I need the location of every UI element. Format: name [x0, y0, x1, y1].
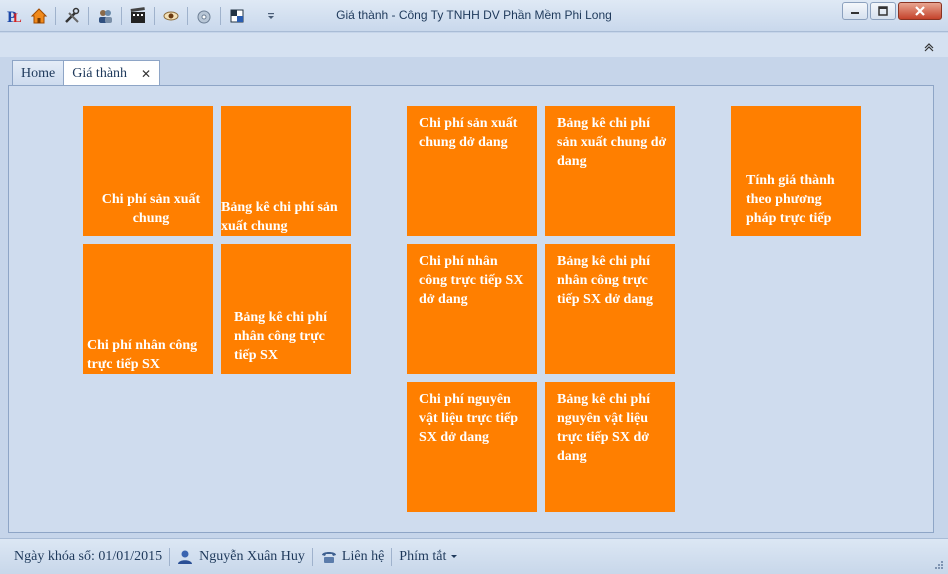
- shortcuts-label: Phím tắt: [399, 548, 447, 564]
- tile-label: Chi phí nguyên vật liệu trực tiếp SX dở …: [419, 392, 518, 445]
- tile-bang-ke-nhan-cong-do-dang[interactable]: Bảng kê chi phí nhân công trực tiếp SX d…: [545, 244, 675, 374]
- tile-bang-ke-cpsx-chung-do-dang[interactable]: Bảng kê chi phí sản xuất chung dở dang: [545, 106, 675, 236]
- ribbon-strip: [0, 33, 948, 57]
- tile-chi-phi-san-xuat-chung[interactable]: Chi phí sản xuất chung: [83, 106, 213, 236]
- maximize-icon: [878, 6, 888, 16]
- tile-label: Bảng kê chi phí nguyên vật liệu trực tiế…: [557, 392, 650, 464]
- maximize-button[interactable]: [870, 2, 896, 20]
- ribbon-expand-button[interactable]: [924, 39, 934, 57]
- contact-label: Liên hệ: [341, 548, 385, 564]
- status-separator: [391, 547, 393, 566]
- tab-gia-thanh[interactable]: Giá thành ✕: [63, 60, 161, 87]
- tile-bang-ke-chi-phi-san-xuat-chung[interactable]: Bảng kê chi phí sản xuất chung: [221, 106, 351, 236]
- minimize-button[interactable]: [842, 2, 868, 20]
- tile-label: Bảng kê chi phí nhân công trực tiếp SX d…: [557, 254, 654, 307]
- user-icon: [178, 550, 193, 564]
- status-bar: Ngày khóa sổ: 01/01/2015 Nguyễn Xuân Huy…: [0, 538, 948, 574]
- tile-label: Bảng kê chi phí nhân công trực tiếp SX: [234, 310, 327, 363]
- tile-chi-phi-nhan-cong-do-dang[interactable]: Chi phí nhân công trực tiếp SX dở dang: [407, 244, 537, 374]
- phone-icon: [321, 551, 336, 563]
- status-separator: [311, 547, 313, 566]
- tile-tinh-gia-thanh[interactable]: Tính giá thành theo phương pháp trực tiế…: [731, 106, 861, 236]
- chevron-up-icon: [924, 43, 934, 52]
- close-tab-icon[interactable]: ✕: [141, 67, 151, 81]
- tab-home[interactable]: Home: [12, 60, 65, 86]
- lock-date-text: Ngày khóa sổ: 01/01/2015: [14, 548, 163, 564]
- tile-label: Bảng kê chi phí sản xuất chung: [221, 200, 338, 234]
- tile-chi-phi-nhan-cong-truc-tiep[interactable]: Chi phí nhân công trực tiếp SX: [83, 244, 213, 374]
- resize-grip-icon[interactable]: [934, 560, 944, 570]
- close-button[interactable]: [898, 2, 942, 20]
- user-status[interactable]: Nguyễn Xuân Huy: [177, 549, 305, 565]
- tile-label: Chi phí sản xuất chung: [101, 192, 201, 226]
- chevron-down-icon: [451, 554, 458, 558]
- shortcuts-dropdown[interactable]: Phím tắt: [399, 549, 458, 565]
- user-name: Nguyễn Xuân Huy: [199, 548, 305, 564]
- window-controls: [842, 2, 942, 20]
- title-bar: PL Giá thành - Công Ty TNHH DV Phần Mềm …: [0, 0, 948, 32]
- content-panel: Chi phí sản xuất chung Bảng kê chi phí s…: [8, 85, 934, 533]
- document-tabs: Home Giá thành ✕: [12, 60, 161, 87]
- close-icon: [915, 6, 925, 16]
- tile-label: Chi phí nhân công trực tiếp SX: [87, 338, 198, 372]
- window-title: Giá thành - Công Ty TNHH DV Phần Mềm Phi…: [336, 8, 612, 22]
- tile-label: Chi phí nhân công trực tiếp SX dở dang: [419, 254, 524, 307]
- tile-chi-phi-san-xuat-chung-do-dang[interactable]: Chi phí sản xuất chung dở dang: [407, 106, 537, 236]
- tile-chi-phi-nguyen-vat-lieu-do-dang[interactable]: Chi phí nguyên vật liệu trực tiếp SX dở …: [407, 382, 537, 512]
- tile-label: Chi phí sản xuất chung dở dang: [419, 116, 518, 150]
- minimize-icon: [851, 12, 859, 14]
- lock-date-status: Ngày khóa sổ: 01/01/2015: [14, 549, 162, 565]
- contact-status[interactable]: Liên hệ: [320, 549, 384, 565]
- tile-bang-ke-chi-phi-nhan-cong[interactable]: Bảng kê chi phí nhân công trực tiếp SX: [221, 244, 351, 374]
- tile-label: Bảng kê chi phí sản xuất chung dở dang: [557, 116, 667, 169]
- tab-label: Home: [21, 65, 56, 81]
- tile-bang-ke-nguyen-vat-lieu-do-dang[interactable]: Bảng kê chi phí nguyên vật liệu trực tiế…: [545, 382, 675, 512]
- tab-label: Giá thành: [72, 66, 128, 81]
- status-separator: [169, 547, 171, 566]
- tile-label: Tính giá thành theo phương pháp trực tiế…: [746, 173, 835, 226]
